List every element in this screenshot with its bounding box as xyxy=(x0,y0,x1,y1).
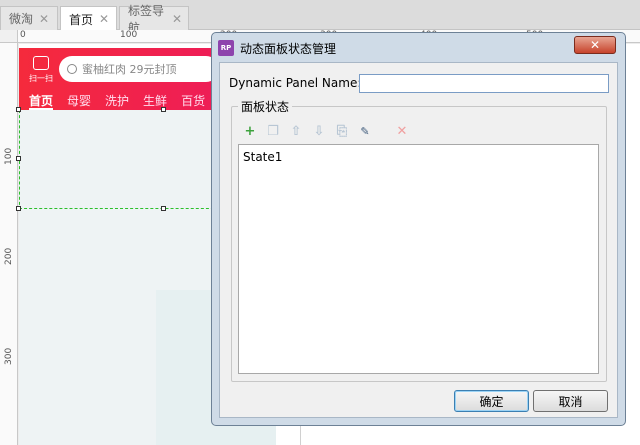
cancel-button[interactable]: 取消 xyxy=(533,390,608,412)
nav-item-home[interactable]: 首页 xyxy=(29,92,54,110)
mobile-header-widget[interactable]: 扫一扫 蜜柚红肉 29元封顶 首页 母婴 洗护 生鲜 百货 xyxy=(19,48,219,110)
ruler-corner xyxy=(0,30,18,43)
resize-handle[interactable] xyxy=(16,107,21,112)
resize-handle[interactable] xyxy=(16,156,21,161)
search-placeholder: 蜜柚红肉 29元封顶 xyxy=(82,63,177,76)
close-icon[interactable]: ✕ xyxy=(99,12,109,26)
ruler-label: 100 xyxy=(4,147,14,165)
search-icon xyxy=(67,64,77,74)
axure-rp-icon: RP xyxy=(218,40,234,56)
ruler-label: 0 xyxy=(20,30,26,40)
scan-button[interactable]: 扫一扫 xyxy=(27,54,55,86)
document-tab-bar: 微淘 ✕ 首页 ✕ 标签导航 ✕ xyxy=(0,0,640,35)
tab-label-nav[interactable]: 标签导航 ✕ xyxy=(119,4,189,35)
tab-label: 微淘 xyxy=(9,12,34,26)
vertical-ruler: 100 200 300 xyxy=(0,43,18,445)
tab-weitao[interactable]: 微淘 ✕ xyxy=(0,6,58,30)
mobile-category-nav: 首页 母婴 洗护 生鲜 百货 xyxy=(29,92,219,110)
nav-item-care[interactable]: 洗护 xyxy=(105,92,129,110)
scan-icon xyxy=(33,56,49,70)
panel-states-legend: 面板状态 xyxy=(238,98,293,115)
scan-label: 扫一扫 xyxy=(29,74,53,83)
list-item[interactable]: State1 xyxy=(243,150,282,164)
dialog-title: 动态面板状态管理 xyxy=(240,41,337,56)
dialog-close-button[interactable]: ✕ xyxy=(574,36,616,54)
ruler-label: 300 xyxy=(4,347,14,365)
tab-home[interactable]: 首页 ✕ xyxy=(60,6,117,31)
ok-button[interactable]: 确定 xyxy=(454,390,529,412)
resize-handle[interactable] xyxy=(16,206,21,211)
panel-name-label: Dynamic Panel Name: xyxy=(229,76,362,90)
move-down-icon[interactable]: ⇩ xyxy=(312,124,326,139)
tab-label: 首页 xyxy=(69,12,94,27)
states-list[interactable]: State1 xyxy=(238,144,599,374)
mobile-search-bar[interactable]: 蜜柚红肉 29元封顶 xyxy=(59,56,219,82)
states-toolbar: + ❐ ⇧ ⇩ ⎘ ✎ ✕ xyxy=(243,123,409,139)
resize-handle[interactable] xyxy=(161,107,166,112)
resize-handle[interactable] xyxy=(161,206,166,211)
nav-item-goods[interactable]: 百货 xyxy=(181,92,205,110)
panel-name-input[interactable] xyxy=(359,74,609,93)
dialog-titlebar[interactable]: RP 动态面板状态管理 xyxy=(218,38,336,58)
delete-state-icon[interactable]: ✕ xyxy=(395,124,409,139)
edit-state-icon[interactable]: ✎ xyxy=(358,124,372,138)
nav-item-baby[interactable]: 母婴 xyxy=(67,92,91,110)
close-icon[interactable]: ✕ xyxy=(172,12,182,26)
axure-workspace: 微淘 ✕ 首页 ✕ 标签导航 ✕ 0 100 200 300 400 500 1… xyxy=(0,0,640,445)
duplicate-state-icon[interactable]: ❐ xyxy=(266,124,280,139)
selection-guide-horizontal xyxy=(19,208,219,209)
move-up-icon[interactable]: ⇧ xyxy=(289,124,303,139)
add-state-icon[interactable]: + xyxy=(243,124,257,139)
close-icon[interactable]: ✕ xyxy=(39,12,49,26)
ruler-label: 100 xyxy=(120,30,138,40)
copy-icon[interactable]: ⎘ xyxy=(335,124,349,139)
ruler-label: 200 xyxy=(4,247,14,265)
close-icon: ✕ xyxy=(589,38,601,52)
